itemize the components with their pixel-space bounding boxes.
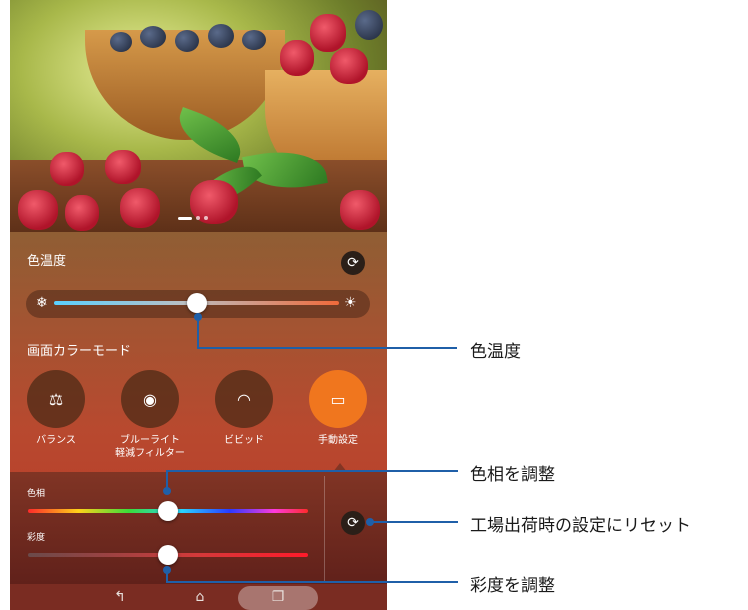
reset-icon: ⟳: [347, 255, 359, 271]
blueberry: [355, 10, 383, 40]
eye-shield-icon: ◉: [143, 389, 157, 409]
raspberry: [310, 14, 346, 52]
balance-icon: ⚖: [48, 389, 64, 409]
wallpaper-preview-image: [10, 0, 387, 232]
sun-icon: ☀: [344, 295, 357, 311]
page-indicator: [178, 216, 208, 220]
blueberry: [208, 24, 234, 48]
callout-factory-reset: 工場出荷時の設定にリセット: [470, 516, 691, 536]
mode-balance-label: バランス: [36, 435, 76, 446]
saturation-label: 彩度: [27, 533, 46, 543]
color-temperature-reset-button[interactable]: ⟳: [341, 251, 365, 275]
page-dot: [204, 216, 208, 220]
callout-line: [166, 470, 458, 472]
factory-reset-button[interactable]: ⟳: [341, 511, 365, 535]
blueberry: [110, 32, 132, 52]
raspberry: [18, 190, 58, 230]
rainbow-icon: ◠: [237, 389, 251, 409]
divider: [324, 476, 325, 582]
raspberry: [340, 190, 380, 230]
blueberry: [242, 30, 266, 50]
hue-label: 色相: [27, 489, 46, 499]
callout-line: [370, 521, 458, 523]
callout-line: [166, 581, 458, 583]
color-temperature-title: 色温度: [27, 254, 67, 269]
blueberry: [175, 30, 199, 52]
page-dot: [196, 216, 200, 220]
mode-manual-button[interactable]: ▭: [309, 370, 367, 428]
mode-manual-label: 手動設定: [318, 435, 358, 446]
saturation-slider-thumb[interactable]: [158, 545, 178, 565]
raspberry: [65, 195, 99, 231]
callout-saturation: 彩度を調整: [470, 576, 555, 596]
hue-slider-thumb[interactable]: [158, 501, 178, 521]
raspberry: [120, 188, 160, 228]
recent-apps-button[interactable]: ❐: [263, 584, 293, 610]
callout-hue: 色相を調整: [470, 465, 555, 485]
screen-color-mode-title: 画面カラーモード: [27, 344, 132, 359]
back-icon: ↰: [114, 589, 126, 605]
mode-balance-button[interactable]: ⚖: [27, 370, 85, 428]
callout-line: [166, 470, 168, 490]
reset-icon: ⟳: [347, 515, 359, 531]
mode-vivid-button[interactable]: ◠: [215, 370, 273, 428]
color-temperature-slider-thumb[interactable]: [186, 293, 207, 313]
mode-blue-light-filter-button[interactable]: ◉: [121, 370, 179, 428]
callout-line: [197, 317, 199, 348]
mode-blue-light-filter-label: ブルーライト 軽減フィルター: [115, 435, 185, 459]
raspberry: [330, 48, 368, 84]
home-icon: ⌂: [195, 589, 205, 605]
back-button[interactable]: ↰: [105, 584, 135, 610]
snowflake-icon: ❄: [36, 295, 48, 311]
manual-adjust-panel: [10, 472, 387, 584]
page-dot-active: [178, 216, 192, 220]
home-button[interactable]: ⌂: [185, 584, 215, 610]
callout-color-temperature: 色温度: [470, 342, 521, 362]
raspberry: [50, 152, 84, 186]
phone-screen: 色温度 ⟳ ❄ ☀ 画面カラーモード ⚖ バランス ◉ ブルーライト 軽減フィル…: [10, 0, 387, 610]
recent-apps-icon: ❐: [271, 589, 285, 605]
blueberry: [140, 26, 166, 48]
mode-vivid-label: ビビッド: [224, 435, 264, 446]
raspberry: [105, 150, 141, 184]
raspberry: [280, 40, 314, 76]
manual-settings-icon: ▭: [330, 389, 346, 409]
callout-line: [197, 347, 457, 349]
